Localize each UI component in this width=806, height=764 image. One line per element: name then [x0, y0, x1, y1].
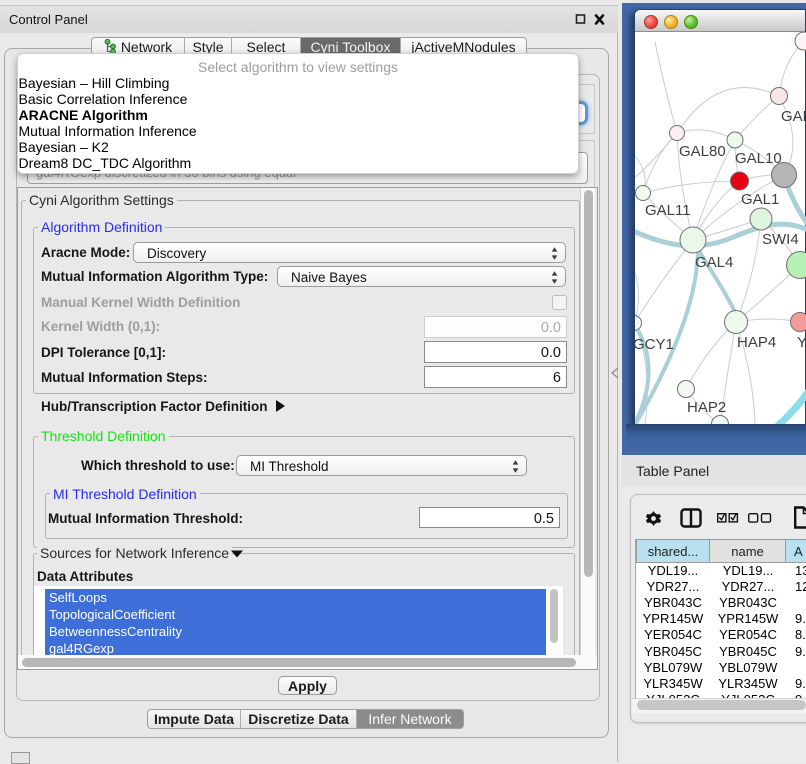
- svg-text:Y: Y: [797, 334, 806, 351]
- svg-text:GAL7: GAL7: [781, 108, 806, 125]
- svg-text:GAL10: GAL10: [735, 150, 782, 167]
- svg-text:GAL80: GAL80: [679, 143, 726, 160]
- svg-text:GAL1: GAL1: [741, 191, 779, 208]
- svg-text:HAP4: HAP4: [737, 334, 776, 351]
- svg-text:GCY1: GCY1: [635, 336, 674, 353]
- svg-text:SWI4: SWI4: [762, 231, 799, 248]
- svg-text:GAL11: GAL11: [645, 202, 691, 219]
- svg-text:HAP2: HAP2: [687, 399, 726, 416]
- svg-text:GAL4: GAL4: [695, 254, 733, 271]
